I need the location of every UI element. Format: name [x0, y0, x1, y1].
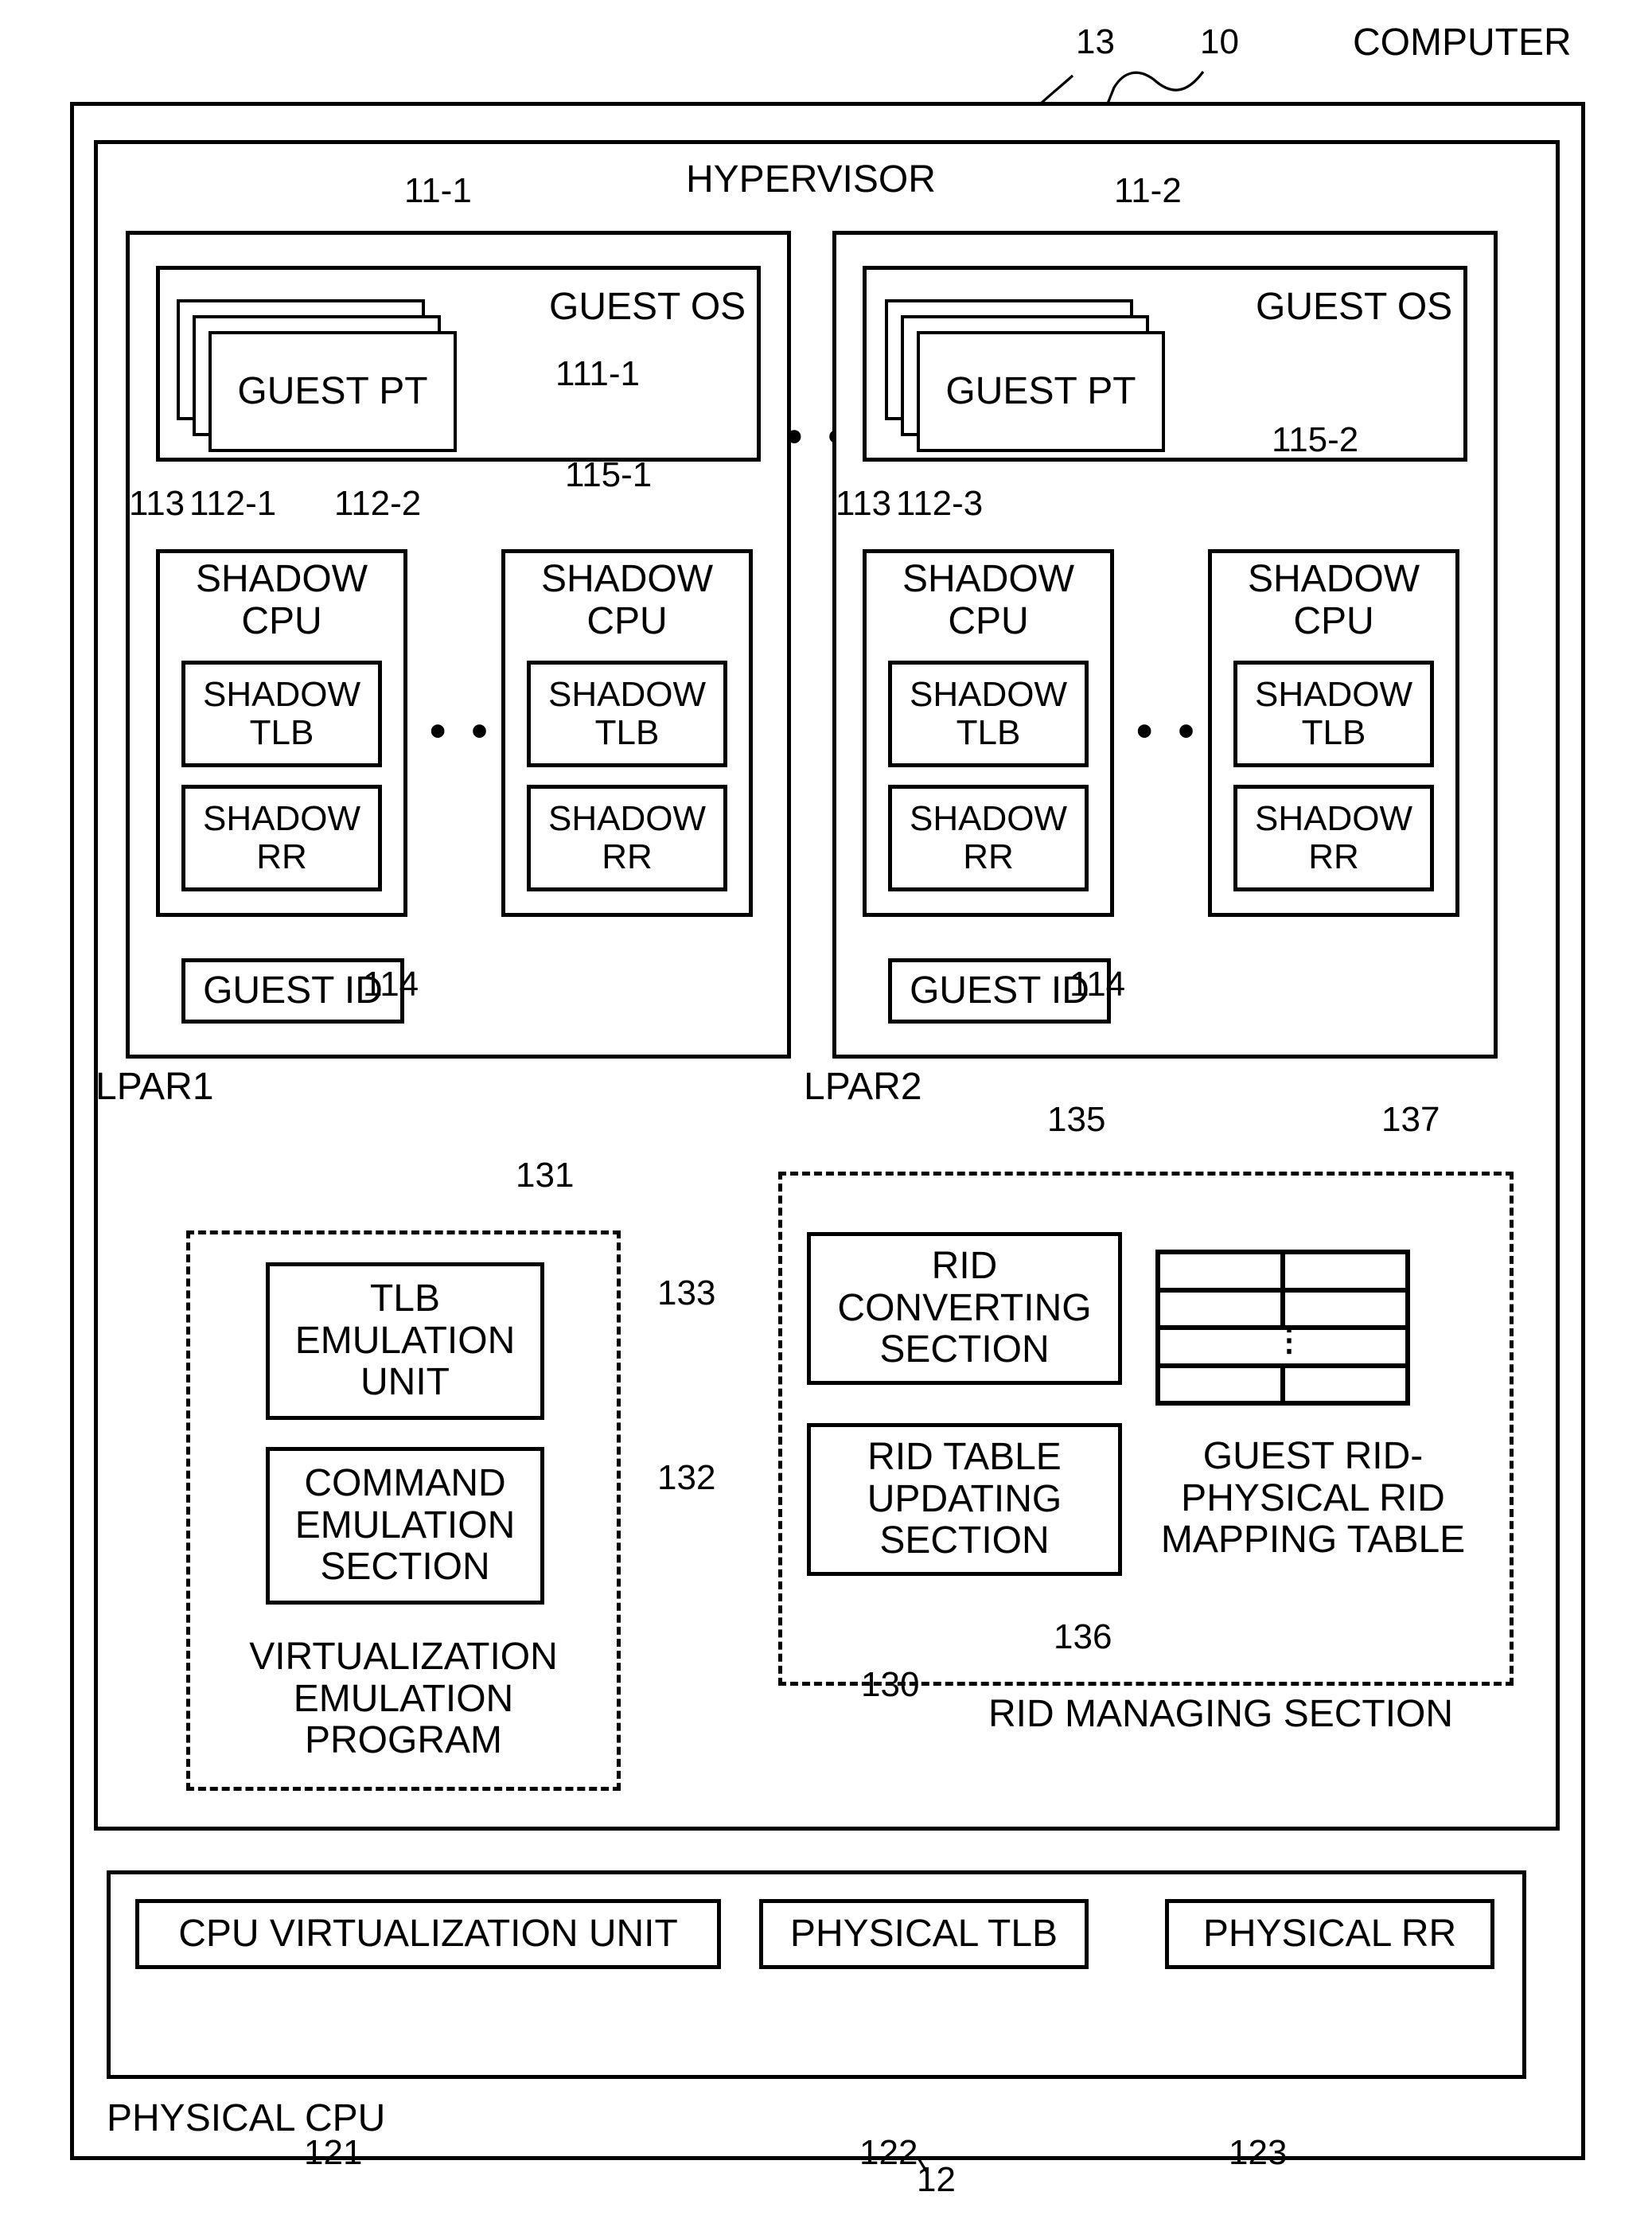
- ref-114-lpar2: 114: [1070, 965, 1126, 1004]
- shadow-rr-box-lpar2-right: SHADOW RR: [1233, 785, 1434, 891]
- table-cell: [1285, 1293, 1405, 1326]
- rid-managing-section-label: RID MANAGING SECTION: [988, 1693, 1454, 1735]
- ref-131: 131: [516, 1156, 575, 1195]
- cpu-virtualization-unit-box: CPU VIRTUALIZATION UNIT: [135, 1899, 721, 1969]
- shadow-tlb-box-lpar2-right: SHADOW TLB: [1233, 661, 1434, 767]
- ref-11-1: 11-1: [404, 171, 472, 210]
- ref-13: 13: [1076, 22, 1115, 61]
- shadow-cpu-label-112-3: SHADOW CPU: [902, 558, 1074, 642]
- table-cell: [1160, 1292, 1285, 1325]
- ref-113-lpar2: 113: [836, 484, 892, 523]
- shadow-cpu-label-112-1: SHADOW CPU: [196, 558, 368, 642]
- ref-114-lpar1: 114: [363, 965, 419, 1004]
- ref-111-1: 111-1: [555, 354, 641, 393]
- mapping-table-vertical-ellipsis: ⋮: [1273, 1323, 1305, 1358]
- rid-converting-section-box: RID CONVERTING SECTION: [807, 1232, 1122, 1385]
- guest-rid-physical-rid-mapping-table-label: GUEST RID- PHYSICAL RID MAPPING TABLE: [1160, 1434, 1466, 1562]
- shadow-rr-box-112-3: SHADOW RR: [888, 785, 1089, 891]
- command-emulation-section-box: COMMAND EMULATION SECTION: [266, 1447, 544, 1605]
- table-cell: [1285, 1254, 1405, 1288]
- shadow-tlb-box-112-2: SHADOW TLB: [527, 661, 727, 767]
- ref-115-1: 115-1: [565, 455, 653, 494]
- ref-12: 12: [917, 2160, 956, 2199]
- lpar2-label: LPAR2: [804, 1066, 922, 1108]
- ref-113-lpar1: 113: [129, 484, 185, 523]
- ref-115-2: 115-2: [1272, 420, 1359, 459]
- ref-133: 133: [657, 1273, 716, 1312]
- lpar1-label: LPAR1: [95, 1066, 214, 1108]
- table-cell: [1285, 1368, 1405, 1402]
- ref-122: 122: [859, 2133, 918, 2172]
- hypervisor-label: HYPERVISOR: [686, 158, 936, 201]
- ref-11-2: 11-2: [1114, 171, 1182, 210]
- physical-rr-box: PHYSICAL RR: [1165, 1899, 1494, 1969]
- shadow-cpu-label-112-2: SHADOW CPU: [541, 558, 713, 642]
- ref-132: 132: [657, 1458, 716, 1497]
- table-cell: [1160, 1367, 1285, 1401]
- guest-pt-box-lpar1: GUEST PT: [208, 331, 457, 452]
- ref-136: 136: [1054, 1617, 1112, 1656]
- ref-137: 137: [1381, 1100, 1440, 1139]
- figure-canvas: 13 10 COMPUTER HYPERVISOR 11-1 LPAR1 GUE…: [0, 0, 1652, 2219]
- shadow-rr-box-112-2: SHADOW RR: [527, 785, 727, 891]
- physical-tlb-box: PHYSICAL TLB: [759, 1899, 1089, 1969]
- ref-112-3: 112-3: [896, 484, 984, 523]
- virtualization-emulation-program-label: VIRTUALIZATION EMULATION PROGRAM: [249, 1635, 558, 1762]
- guest-pt-box-lpar2: GUEST PT: [917, 331, 1165, 452]
- ref-10: 10: [1200, 22, 1239, 61]
- physical-cpu-label: PHYSICAL CPU: [107, 2097, 386, 2139]
- table-row: [1160, 1367, 1405, 1402]
- guest-os-label-lpar1: GUEST OS: [549, 286, 746, 328]
- ref-123: 123: [1229, 2133, 1288, 2172]
- computer-label: COMPUTER: [1353, 21, 1572, 64]
- shadow-cpu-label-lpar2-right: SHADOW CPU: [1248, 558, 1420, 642]
- ref-130: 130: [861, 1665, 920, 1704]
- ref-112-1: 112-1: [189, 484, 277, 523]
- ref-112-2: 112-2: [334, 484, 422, 523]
- table-row: [1160, 1254, 1405, 1293]
- table-cell: [1160, 1254, 1285, 1288]
- shadow-tlb-box-112-3: SHADOW TLB: [888, 661, 1089, 767]
- ref-135: 135: [1047, 1100, 1106, 1139]
- shadow-tlb-box-112-1: SHADOW TLB: [181, 661, 382, 767]
- guest-os-label-lpar2: GUEST OS: [1256, 286, 1453, 328]
- rid-table-updating-section-box: RID TABLE UPDATING SECTION: [807, 1423, 1122, 1576]
- tlb-emulation-unit-box: TLB EMULATION UNIT: [266, 1262, 544, 1420]
- shadow-rr-box-112-1: SHADOW RR: [181, 785, 382, 891]
